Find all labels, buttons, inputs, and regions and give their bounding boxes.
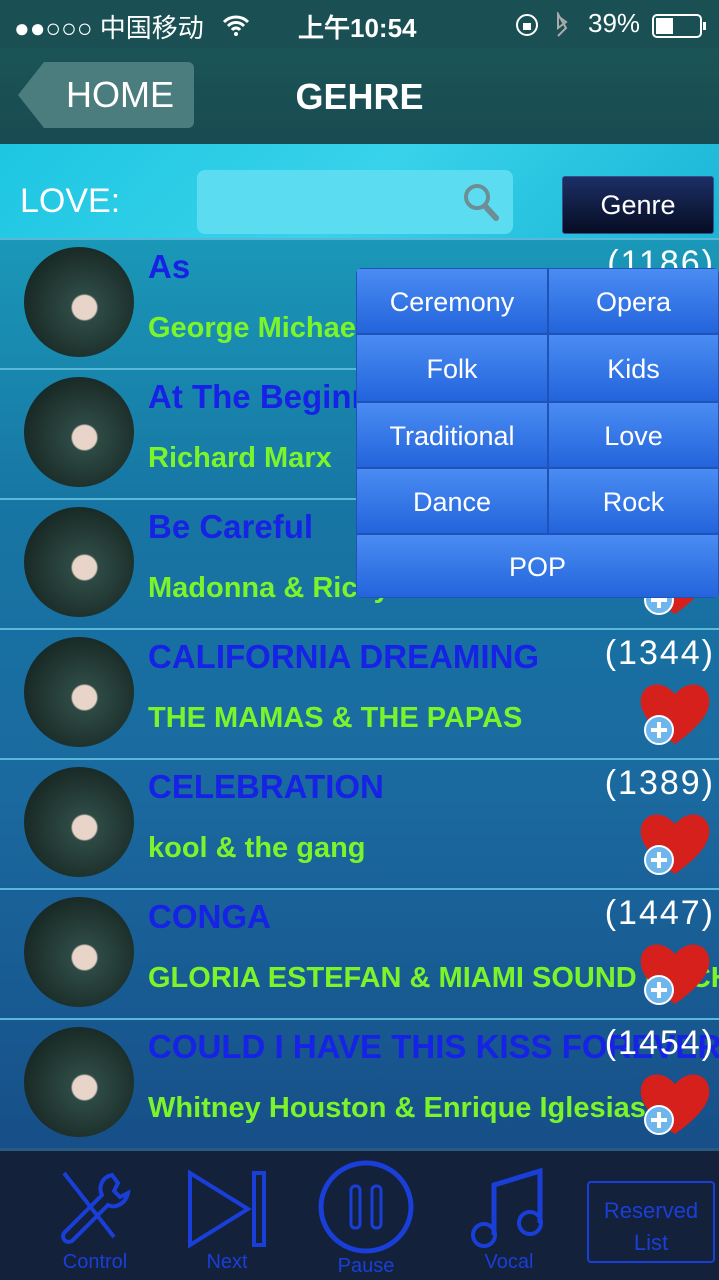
wifi-icon: [222, 15, 250, 36]
genre-option-love[interactable]: Love: [548, 402, 719, 468]
next-icon: [188, 1169, 266, 1249]
add-favorite-heart-icon[interactable]: [637, 938, 713, 1008]
song-title: Be Careful: [148, 508, 314, 545]
next-label: Next: [206, 1251, 248, 1273]
search-icon[interactable]: [462, 182, 500, 222]
add-favorite-heart-icon[interactable]: [637, 678, 713, 748]
rotation-lock-bluetooth-icon: [516, 12, 568, 37]
song-count: (1454): [604, 1024, 715, 1062]
singer-avatar: [24, 507, 134, 617]
vocal-label: Vocal: [484, 1251, 534, 1273]
song-artist: GLORIA ESTEFAN & MIAMI SOUND MACHINE: [148, 962, 719, 994]
song-count: (1344): [604, 634, 715, 672]
pause-button[interactable]: Pause: [316, 1159, 416, 1278]
pause-label: Pause: [337, 1255, 395, 1277]
pause-icon: [318, 1160, 414, 1254]
page-title: GEHRE: [295, 76, 424, 117]
song-count: (1447): [604, 894, 715, 932]
song-count: (1389): [604, 764, 715, 802]
song-title: CELEBRATION: [148, 768, 384, 805]
control-label: Control: [62, 1251, 128, 1273]
genre-option-opera[interactable]: Opera: [548, 268, 719, 334]
genre-option-pop[interactable]: POP: [356, 534, 719, 598]
genre-option-dance[interactable]: Dance: [356, 468, 548, 534]
clock: 上午10:54: [298, 13, 417, 43]
genre-option-folk[interactable]: Folk: [356, 334, 548, 402]
reserved-list-button[interactable]: Reserved List: [587, 1181, 715, 1263]
song-row[interactable]: CONGA GLORIA ESTEFAN & MIAMI SOUND MACHI…: [0, 888, 719, 1018]
genre-button[interactable]: Genre: [562, 176, 714, 234]
song-row[interactable]: COULD I HAVE THIS KISS FOREVER Whitney H…: [0, 1018, 719, 1148]
song-artist: George Michael: [148, 312, 364, 344]
singer-avatar: [24, 897, 134, 1007]
genre-option-rock[interactable]: Rock: [548, 468, 719, 534]
carrier: ●●○○○ 中国移动: [14, 13, 204, 43]
song-artist: kool & the gang: [148, 832, 366, 864]
song-artist: THE MAMAS & THE PAPAS: [148, 702, 523, 734]
singer-avatar: [24, 1027, 134, 1137]
next-button[interactable]: Next: [182, 1165, 272, 1274]
genre-option-ceremony[interactable]: Ceremony: [356, 268, 548, 334]
nav-bar: HOME GEHRE: [0, 48, 719, 144]
song-title: CALIFORNIA DREAMING: [148, 638, 540, 675]
footer-toolbar: Control Next Pause Vocal Reserved List: [0, 1148, 719, 1280]
add-favorite-heart-icon[interactable]: [637, 808, 713, 878]
song-row[interactable]: CALIFORNIA DREAMING THE MAMAS & THE PAPA…: [0, 628, 719, 758]
battery-icon: [652, 14, 706, 38]
status-bar: ●●○○○ 中国移动 上午10:54 39%: [0, 0, 719, 48]
add-favorite-heart-icon[interactable]: [637, 1068, 713, 1138]
tools-icon: [61, 1171, 131, 1244]
genre-dropdown: Ceremony Opera Folk Kids Traditional Love Danc…: [356, 268, 719, 598]
search-bar: LOVE: Genre: [0, 144, 719, 238]
genre-option-traditional[interactable]: Traditional: [356, 402, 548, 468]
singer-avatar: [24, 767, 134, 877]
singer-avatar: [24, 637, 134, 747]
song-artist: Whitney Houston & Enrique Iglesias: [148, 1092, 646, 1124]
vocal-button[interactable]: Vocal: [464, 1165, 554, 1274]
singer-avatar: [24, 247, 134, 357]
music-note-icon: [471, 1167, 543, 1248]
control-button[interactable]: Control: [50, 1165, 140, 1274]
singer-avatar: [24, 377, 134, 487]
song-artist: Richard Marx: [148, 442, 332, 474]
battery-percent: 39%: [588, 8, 641, 38]
song-title: As: [148, 248, 191, 285]
song-row[interactable]: CELEBRATION kool & the gang (1389): [0, 758, 719, 888]
genre-option-kids[interactable]: Kids: [548, 334, 719, 402]
song-title: CONGA: [148, 898, 271, 935]
search-label: LOVE:: [20, 182, 121, 220]
